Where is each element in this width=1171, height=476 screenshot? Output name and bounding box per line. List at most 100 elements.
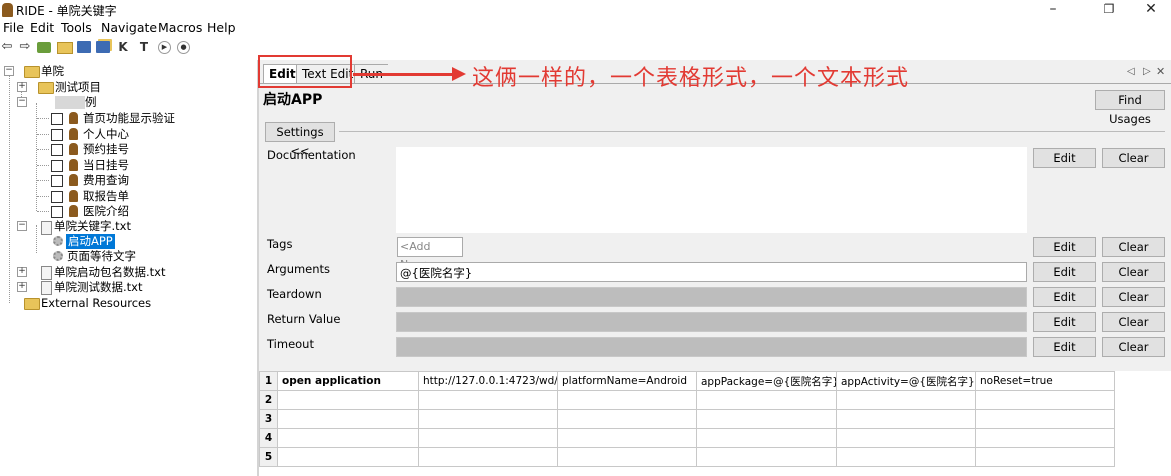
grid-cell[interactable]: [975, 447, 1115, 467]
tree-test-case[interactable]: 医院介绍: [83, 204, 129, 219]
grid-cell[interactable]: [277, 390, 419, 410]
grid-cell[interactable]: [557, 409, 697, 429]
grid-row-number[interactable]: 3: [259, 409, 278, 429]
menu-help[interactable]: Help: [207, 20, 236, 35]
tree-root[interactable]: 单院: [41, 64, 64, 79]
documentation-edit-button[interactable]: Edit: [1033, 148, 1096, 168]
grid-cell[interactable]: [277, 447, 419, 467]
grid-cell[interactable]: [557, 447, 697, 467]
grid-cell[interactable]: [277, 428, 419, 448]
tree-resource-file[interactable]: 单院关键字.txt: [54, 219, 131, 234]
grid-cell[interactable]: [557, 428, 697, 448]
maximize-icon[interactable]: ❐: [1086, 0, 1132, 19]
text-search-icon[interactable]: T: [137, 40, 151, 54]
timeout-field[interactable]: [396, 337, 1027, 357]
grid-cell[interactable]: [696, 447, 837, 467]
save-icon[interactable]: [77, 41, 91, 53]
tree-expander[interactable]: −: [17, 221, 27, 231]
arguments-clear-button[interactable]: Clear: [1102, 262, 1165, 282]
grid-row-number[interactable]: 2: [259, 390, 278, 410]
timeout-clear-button[interactable]: Clear: [1102, 337, 1165, 357]
stop-icon[interactable]: ●: [177, 41, 190, 54]
menu-file[interactable]: File: [3, 20, 24, 35]
grid-cell[interactable]: [975, 390, 1115, 410]
tab-close-icon[interactable]: ✕: [1156, 65, 1165, 78]
tree-external-resources[interactable]: External Resources: [41, 296, 151, 311]
tags-add-new[interactable]: <Add New>: [397, 237, 463, 271]
tree-test-case[interactable]: 个人中心: [83, 127, 129, 142]
open-suite-icon[interactable]: [37, 42, 51, 53]
grid-cell[interactable]: [975, 409, 1115, 429]
tree-file[interactable]: 单院启动包名数据.txt: [54, 265, 165, 280]
tab-prev-icon[interactable]: ◁: [1127, 66, 1135, 77]
grid-cell[interactable]: http://127.0.0.1:4723/wd/hub: [418, 371, 558, 391]
tree-suite[interactable]: 例: [85, 95, 97, 110]
teardown-edit-button[interactable]: Edit: [1033, 287, 1096, 307]
tree-file[interactable]: 单院测试数据.txt: [54, 280, 142, 295]
tree-expander[interactable]: −: [4, 66, 14, 76]
grid-cell[interactable]: [418, 409, 558, 429]
grid-cell[interactable]: [975, 428, 1115, 448]
tree-test-case[interactable]: 费用查询: [83, 173, 129, 188]
grid-row-number[interactable]: 1: [259, 371, 278, 391]
grid-cell[interactable]: [836, 447, 976, 467]
grid-cell[interactable]: [696, 409, 837, 429]
tree-expander[interactable]: −: [17, 97, 27, 107]
test-checkbox[interactable]: [51, 113, 63, 125]
return-value-clear-button[interactable]: Clear: [1102, 312, 1165, 332]
grid-row-number[interactable]: 5: [259, 447, 278, 467]
timeout-edit-button[interactable]: Edit: [1033, 337, 1096, 357]
tab-next-icon[interactable]: ▷: [1143, 66, 1151, 77]
grid-cell[interactable]: platformName=Android: [557, 371, 697, 391]
test-checkbox[interactable]: [51, 206, 63, 218]
minimize-icon[interactable]: –: [1030, 0, 1076, 19]
keyword-search-icon[interactable]: K: [116, 40, 130, 54]
tree-expander[interactable]: +: [17, 282, 27, 292]
close-icon[interactable]: ✕: [1128, 0, 1171, 19]
grid-cell[interactable]: [277, 409, 419, 429]
tree-expander[interactable]: +: [17, 82, 27, 92]
tree-project[interactable]: 测试项目: [55, 80, 101, 95]
tree-keyword[interactable]: 页面等待文字: [67, 249, 136, 264]
find-usages-button[interactable]: Find Usages: [1095, 90, 1165, 126]
tags-edit-button[interactable]: Edit: [1033, 237, 1096, 257]
grid-cell[interactable]: [696, 390, 837, 410]
tree-keyword-selected[interactable]: 启动APP: [66, 234, 115, 249]
arguments-edit-button[interactable]: Edit: [1033, 262, 1096, 282]
grid-cell[interactable]: [836, 409, 976, 429]
settings-toggle-button[interactable]: Settings <<: [265, 122, 335, 158]
menu-navigate[interactable]: Navigate: [101, 20, 157, 35]
menu-tools[interactable]: Tools: [61, 20, 92, 35]
documentation-clear-button[interactable]: Clear: [1102, 148, 1165, 168]
test-checkbox[interactable]: [51, 190, 63, 203]
grid-cell[interactable]: [418, 447, 558, 467]
grid-cell[interactable]: noReset=true: [975, 371, 1115, 391]
tree-expander[interactable]: +: [17, 267, 27, 277]
arguments-field[interactable]: @{医院名字}: [396, 262, 1027, 282]
run-icon[interactable]: ▶: [158, 41, 171, 54]
grid-cell[interactable]: [836, 390, 976, 410]
documentation-field[interactable]: [396, 147, 1027, 233]
grid-cell[interactable]: [557, 390, 697, 410]
return-value-field[interactable]: [396, 312, 1027, 332]
back-icon[interactable]: ⇦: [0, 40, 14, 54]
grid-row-number[interactable]: 4: [259, 428, 278, 448]
grid-cell[interactable]: [418, 428, 558, 448]
tree-test-case[interactable]: 当日挂号: [83, 158, 129, 173]
tree-test-case[interactable]: 预约挂号: [83, 142, 129, 157]
test-checkbox[interactable]: [51, 175, 63, 187]
open-folder-icon[interactable]: [57, 42, 73, 54]
grid-cell[interactable]: [418, 390, 558, 410]
save-all-icon[interactable]: [96, 41, 110, 53]
teardown-field[interactable]: [396, 287, 1027, 307]
grid-cell[interactable]: [836, 428, 976, 448]
grid-cell[interactable]: appPackage=@{医院名字}[1]: [696, 371, 837, 391]
grid-cell[interactable]: appActivity=@{医院名字}[2]: [836, 371, 976, 391]
test-checkbox[interactable]: [51, 159, 63, 172]
grid-cell[interactable]: open application: [277, 371, 419, 391]
tree-test-case[interactable]: 首页功能显示验证: [83, 111, 175, 126]
grid-cell[interactable]: [696, 428, 837, 448]
return-value-edit-button[interactable]: Edit: [1033, 312, 1096, 332]
menu-macros[interactable]: Macros: [158, 20, 202, 35]
tags-clear-button[interactable]: Clear: [1102, 237, 1165, 257]
